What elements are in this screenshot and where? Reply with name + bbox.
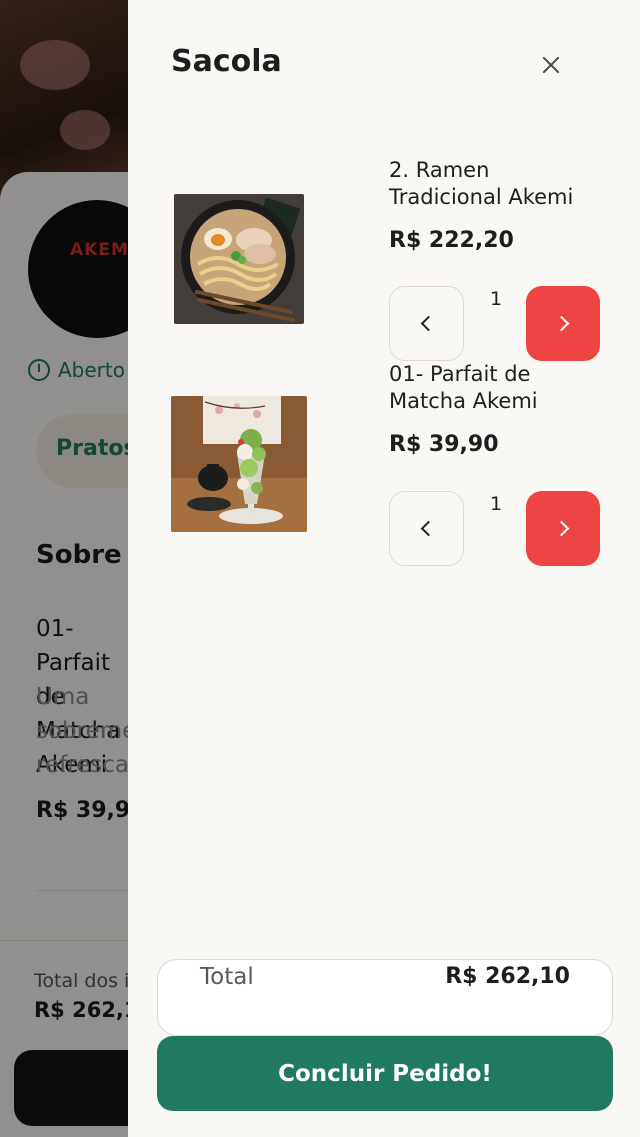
cart-drawer: Sacola 2. Ramen Tradicional Akemi R$ 222… [128, 0, 640, 1137]
increase-quantity-button[interactable] [526, 286, 600, 361]
decrease-quantity-button[interactable] [389, 286, 464, 361]
chevron-right-icon [553, 520, 569, 537]
chevron-right-icon [553, 315, 569, 332]
quantity-value: 1 [489, 493, 503, 515]
quantity-value: 1 [489, 288, 503, 310]
cart-item: 01- Parfait de Matcha Akemi R$ 39,90 1 [128, 0, 640, 566]
matcha-parfait-image [171, 396, 307, 532]
total-label: Total [200, 964, 254, 990]
cart-item-price: R$ 39,90 [389, 432, 499, 457]
submit-order-button[interactable]: Concluir Pedido! [157, 1036, 613, 1111]
cart-item-price: R$ 222,20 [389, 228, 514, 253]
increase-quantity-button[interactable] [526, 491, 600, 566]
cart-item-name: 01- Parfait de Matcha Akemi [389, 362, 538, 413]
chevron-left-icon [420, 315, 437, 332]
total-box: Total R$ 262,10 [157, 959, 613, 1036]
chevron-left-icon [420, 520, 437, 537]
total-value: R$ 262,10 [445, 964, 570, 989]
decrease-quantity-button[interactable] [389, 491, 464, 566]
ramen-bowl-image [174, 194, 304, 324]
